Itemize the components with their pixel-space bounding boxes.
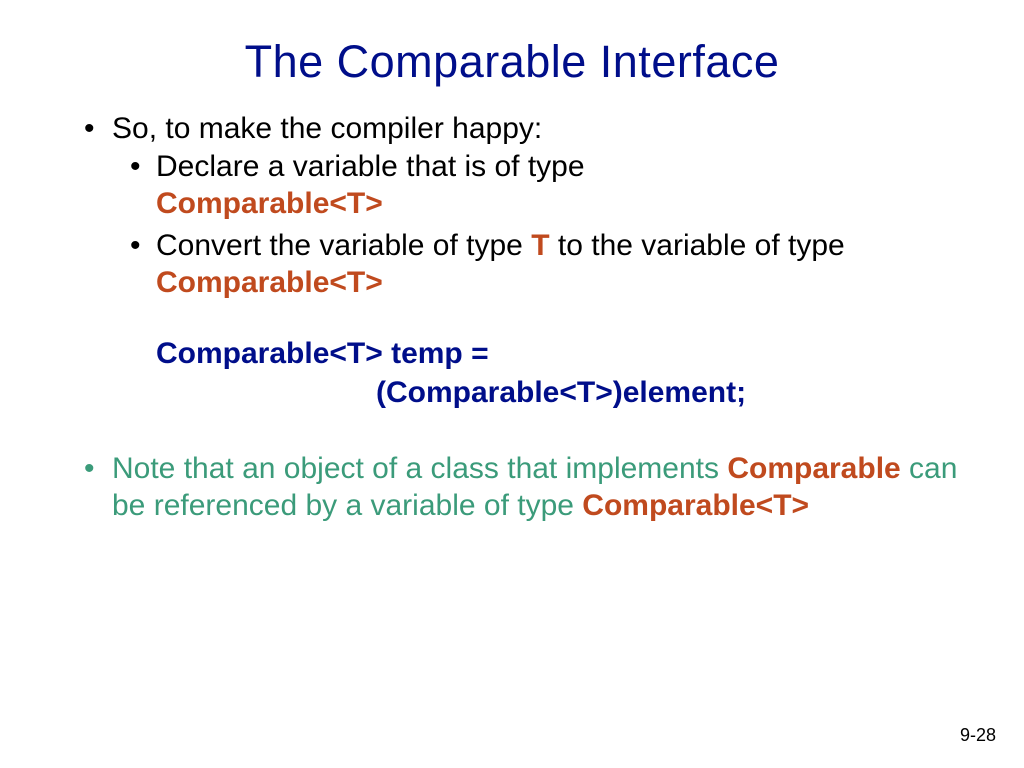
bullet-convert-code: Comparable<T> [156,266,383,299]
bullet-note: Note that an object of a class that impl… [112,450,964,525]
bullet-intro: So, to make the compiler happy: Declare … [112,110,964,412]
code-example: Comparable<T> temp = (Comparable<T>)elem… [156,334,964,412]
bullet-declare: Declare a variable that is of type Compa… [156,148,964,223]
slide-title: The Comparable Interface [60,36,964,88]
code-line-2: (Comparable<T>)element; [156,373,964,412]
note-comparable: Comparable [727,452,900,485]
sub-bullet-list: Declare a variable that is of type Compa… [112,148,964,412]
code-line-1: Comparable<T> temp = [156,334,964,373]
slide-content: The Comparable Interface So, to make the… [0,0,1024,525]
bullet-list: So, to make the compiler happy: Declare … [60,110,964,525]
bullet-declare-code: Comparable<T> [156,187,383,220]
bullet-declare-text: Declare a variable that is of type [156,150,585,183]
bullet-intro-text: So, to make the compiler happy: [112,112,542,145]
bullet-convert: Convert the variable of type T to the va… [156,227,964,412]
bullet-convert-text-b: to the variable of type [550,229,845,262]
note-text-a: Note that an object of a class that impl… [112,452,727,485]
page-number: 9-28 [960,725,996,746]
bullet-convert-text-a: Convert the variable of type [156,229,531,262]
note-code: Comparable<T> [582,489,809,522]
bullet-convert-t: T [531,229,549,262]
